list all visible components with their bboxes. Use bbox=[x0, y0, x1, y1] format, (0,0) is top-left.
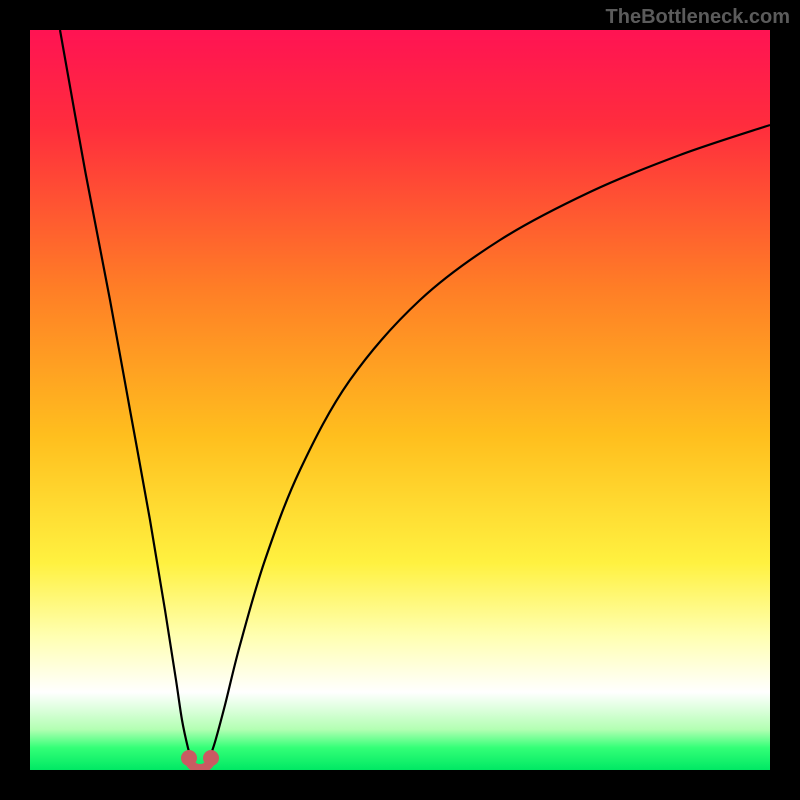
minimum-marker bbox=[203, 750, 219, 766]
gradient-background bbox=[30, 30, 770, 770]
chart-frame: TheBottleneck.com bbox=[0, 0, 800, 800]
plot-area bbox=[30, 30, 770, 770]
chart-svg bbox=[30, 30, 770, 770]
watermark-text: TheBottleneck.com bbox=[606, 6, 790, 29]
minimum-marker bbox=[181, 750, 197, 766]
